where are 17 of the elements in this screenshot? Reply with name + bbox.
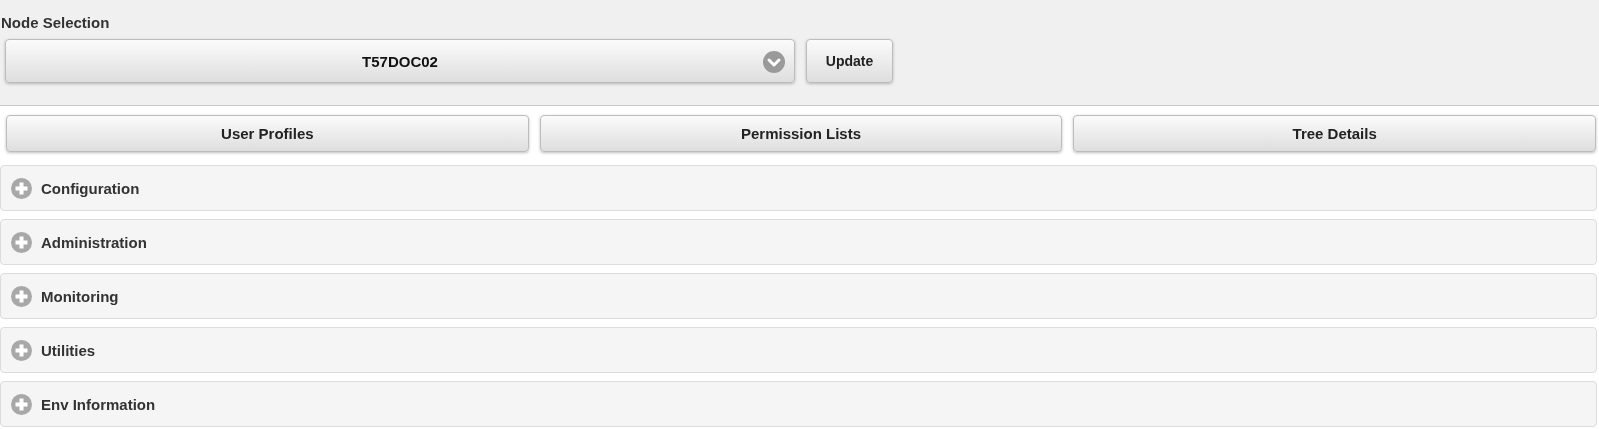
nav-button[interactable]: User Profiles <box>6 115 529 152</box>
nav-button[interactable]: Permission Lists <box>539 115 1063 152</box>
collapsible-section[interactable]: Configuration <box>0 165 1597 211</box>
field-label: Node Selection <box>0 14 111 33</box>
collapsible-section[interactable]: Env Information <box>0 381 1597 427</box>
chevron-down-icon <box>763 51 785 73</box>
collapsible-section[interactable]: Administration <box>0 219 1597 265</box>
update-button[interactable]: Update <box>806 39 893 83</box>
collapsible-section[interactable]: Monitoring <box>0 273 1597 319</box>
nav-button[interactable]: Tree Details <box>1073 115 1596 152</box>
plus-icon <box>11 231 32 253</box>
collapsible-section[interactable]: Utilities <box>0 327 1597 373</box>
plus-icon <box>11 393 32 415</box>
plus-icon <box>11 285 32 307</box>
node-dropdown[interactable]: T57DOC02 <box>5 39 795 83</box>
plus-icon <box>11 339 32 361</box>
plus-icon <box>11 177 32 199</box>
